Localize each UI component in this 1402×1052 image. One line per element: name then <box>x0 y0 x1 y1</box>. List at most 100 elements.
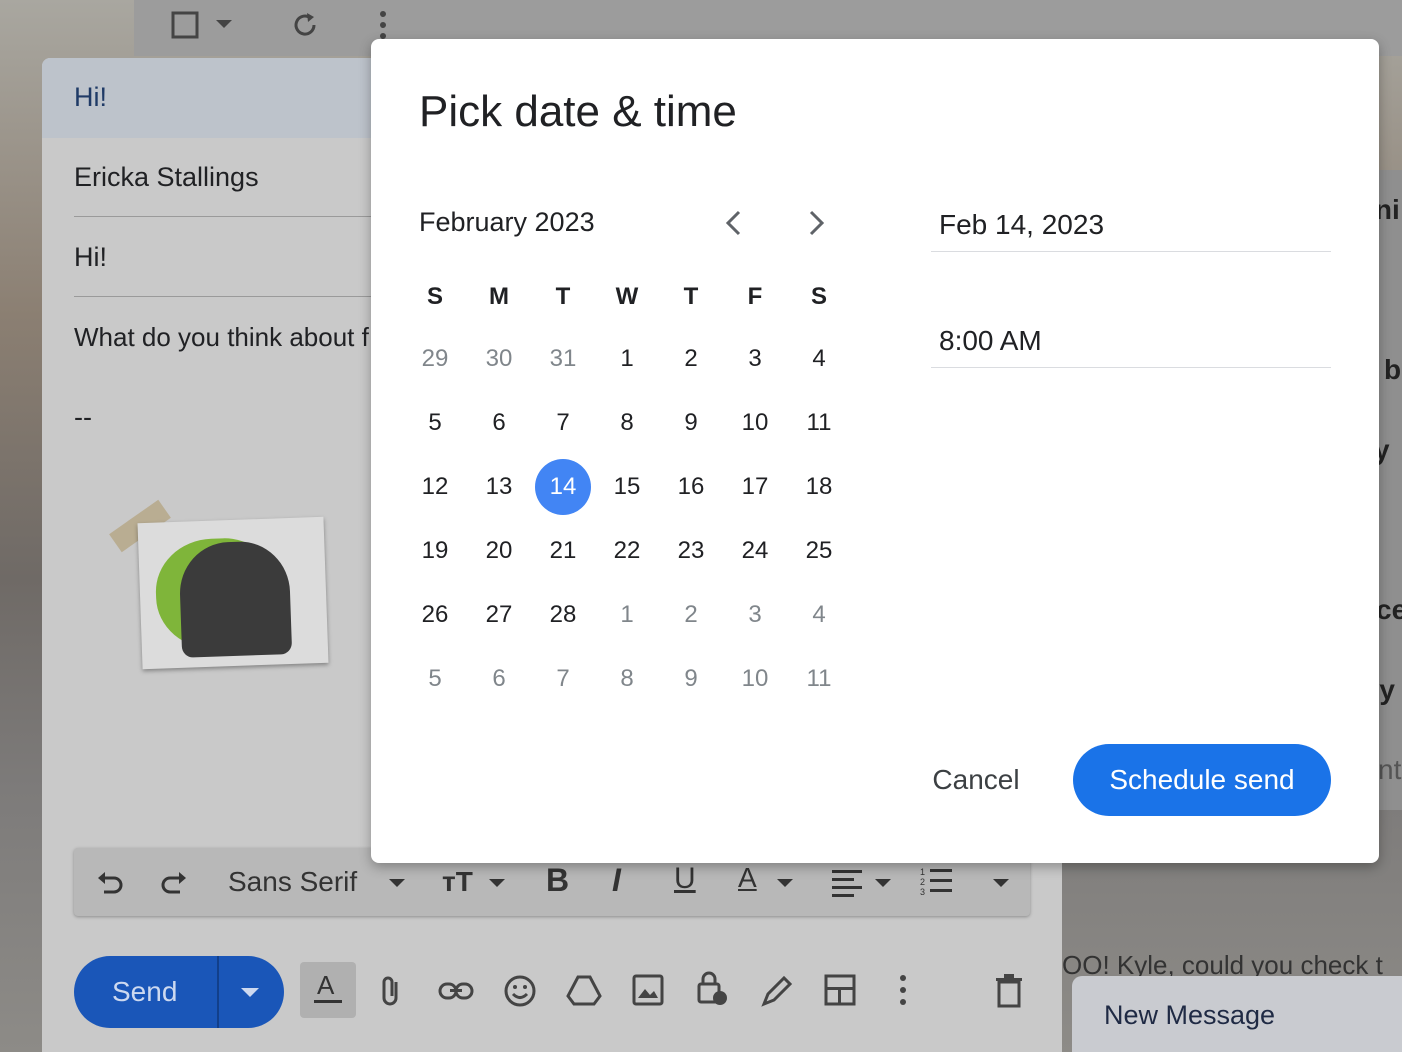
calendar-day-adjacent-month[interactable]: 10 <box>727 651 783 707</box>
to-recipient[interactable]: Ericka Stallings <box>74 162 259 193</box>
confidential-mode-icon[interactable] <box>696 970 730 1008</box>
calendar-day[interactable]: 20 <box>471 523 527 579</box>
svg-text:1: 1 <box>920 867 925 877</box>
calendar-day[interactable]: 17 <box>727 459 783 515</box>
calendar-day-adjacent-month[interactable]: 3 <box>727 587 783 643</box>
calendar-day[interactable]: 16 <box>663 459 719 515</box>
calendar-day-adjacent-month[interactable]: 31 <box>535 331 591 387</box>
calendar-day-adjacent-month[interactable]: 2 <box>663 587 719 643</box>
divider <box>74 216 404 217</box>
calendar-day[interactable]: 5 <box>407 395 463 451</box>
calendar-day[interactable]: 2 <box>663 331 719 387</box>
calendar-day[interactable]: 22 <box>599 523 655 579</box>
weekday-label: F <box>747 283 763 310</box>
weekday-label: T <box>683 283 699 310</box>
send-options-icon[interactable] <box>241 988 259 997</box>
weekday-label: S <box>426 283 443 310</box>
calendar-day[interactable]: 11 <box>791 395 847 451</box>
photo-people <box>178 540 293 658</box>
cancel-button[interactable]: Cancel <box>911 744 1041 816</box>
time-input[interactable]: 8:00 AM <box>931 313 1331 368</box>
undo-icon[interactable] <box>94 866 126 898</box>
chevron-left-icon <box>725 210 741 236</box>
calendar-day-adjacent-month[interactable]: 7 <box>535 651 591 707</box>
redo-icon[interactable] <box>158 866 190 898</box>
pick-date-time-dialog: Pick date & time February 2023 S M T W T F S 2… <box>371 39 1379 863</box>
link-icon[interactable] <box>438 978 474 1004</box>
more-formatting-icon[interactable] <box>992 878 1010 888</box>
chevron-down-icon[interactable] <box>776 878 794 888</box>
calendar-day[interactable]: 18 <box>791 459 847 515</box>
bold-icon[interactable]: B <box>546 862 569 899</box>
calendar-day[interactable]: 4 <box>791 331 847 387</box>
align-icon[interactable] <box>830 866 864 898</box>
subject-input[interactable]: Hi! <box>74 242 107 273</box>
underline-icon[interactable]: U <box>674 862 696 896</box>
signature-icon[interactable] <box>760 974 794 1008</box>
divider <box>74 296 404 297</box>
layouts-icon[interactable] <box>824 974 856 1006</box>
refresh-icon[interactable] <box>290 10 320 40</box>
calendar-day-adjacent-month[interactable]: 8 <box>599 651 655 707</box>
message-body[interactable]: What do you think about f <box>74 322 369 353</box>
schedule-send-button[interactable]: Schedule send <box>1073 744 1331 816</box>
attach-icon[interactable] <box>378 974 404 1008</box>
emoji-icon[interactable] <box>503 974 537 1008</box>
text-color-icon[interactable]: A <box>738 862 757 894</box>
drive-icon[interactable] <box>566 974 602 1006</box>
more-options-icon[interactable] <box>378 10 388 40</box>
date-input[interactable]: Feb 14, 2023 <box>931 197 1331 252</box>
calendar-day[interactable]: 21 <box>535 523 591 579</box>
more-options-icon[interactable] <box>898 974 908 1006</box>
compose-header-title: Hi! <box>74 82 107 112</box>
select-checkbox-icon[interactable] <box>170 10 200 40</box>
calendar-day[interactable]: 6 <box>471 395 527 451</box>
calendar-day-adjacent-month[interactable]: 9 <box>663 651 719 707</box>
send-divider <box>217 956 219 1028</box>
calendar-day[interactable]: 19 <box>407 523 463 579</box>
calendar-day-adjacent-month[interactable]: 1 <box>599 587 655 643</box>
calendar-day[interactable]: 1 <box>599 331 655 387</box>
side-fragment: nt <box>1378 754 1402 785</box>
font-family-select[interactable]: Sans Serif <box>228 866 357 898</box>
calendar-day-adjacent-month[interactable]: 11 <box>791 651 847 707</box>
send-button[interactable]: Send <box>74 956 284 1028</box>
discard-draft-icon[interactable] <box>994 974 1024 1008</box>
calendar-day[interactable]: 10 <box>727 395 783 451</box>
weekday-label: S <box>810 283 827 310</box>
insert-photo-icon[interactable] <box>632 974 664 1006</box>
calendar-day-adjacent-month[interactable]: 30 <box>471 331 527 387</box>
calendar-day[interactable]: 26 <box>407 587 463 643</box>
calendar-day-adjacent-month[interactable]: 29 <box>407 331 463 387</box>
calendar-day[interactable]: 13 <box>471 459 527 515</box>
select-dropdown-icon[interactable] <box>214 18 234 30</box>
chevron-down-icon[interactable] <box>488 878 506 888</box>
calendar-day[interactable]: 23 <box>663 523 719 579</box>
calendar-day[interactable]: 9 <box>663 395 719 451</box>
text-size-icon[interactable]: тТ <box>442 866 473 898</box>
calendar-day[interactable]: 15 <box>599 459 655 515</box>
date-value: Feb 14, 2023 <box>939 209 1105 240</box>
calendar-day[interactable]: 7 <box>535 395 591 451</box>
calendar-day-adjacent-month[interactable]: 4 <box>791 587 847 643</box>
side-fragment: b <box>1384 354 1402 385</box>
calendar-day-selected[interactable]: 14 <box>535 459 591 515</box>
calendar-day[interactable]: 3 <box>727 331 783 387</box>
calendar-day[interactable]: 8 <box>599 395 655 451</box>
calendar-day[interactable]: 27 <box>471 587 527 643</box>
new-message-window[interactable]: New Message <box>1072 976 1402 1052</box>
numbered-list-icon[interactable]: 123 <box>918 864 954 898</box>
calendar-day[interactable]: 12 <box>407 459 463 515</box>
calendar-day-adjacent-month[interactable]: 5 <box>407 651 463 707</box>
chevron-down-icon[interactable] <box>388 878 406 888</box>
svg-text:3: 3 <box>920 887 925 897</box>
calendar-day[interactable]: 24 <box>727 523 783 579</box>
chevron-down-icon[interactable] <box>874 878 892 888</box>
calendar-day[interactable]: 28 <box>535 587 591 643</box>
previous-month-button[interactable] <box>713 201 757 245</box>
calendar-day-adjacent-month[interactable]: 6 <box>471 651 527 707</box>
calendar-day[interactable]: 25 <box>791 523 847 579</box>
next-month-button[interactable] <box>793 201 837 245</box>
formatting-options-icon[interactable]: A <box>300 962 356 1018</box>
italic-icon[interactable]: I <box>612 862 621 899</box>
